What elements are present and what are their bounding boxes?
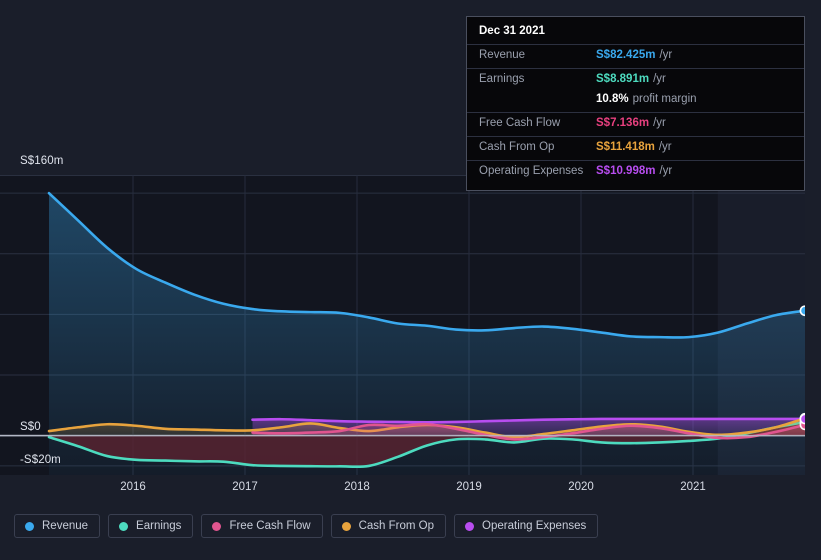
tooltip-row: Cash From Op S$11.418m/yr xyxy=(467,136,804,160)
data-point-marker-operating-expenses[interactable] xyxy=(799,413,805,425)
plot-svg xyxy=(0,175,805,475)
legend-item-label: Cash From Op xyxy=(358,520,435,532)
legend-color-dot-icon xyxy=(119,521,129,531)
tooltip-row: 10.8% profit margin xyxy=(467,92,804,112)
tooltip-row-suffix: /yr xyxy=(653,117,666,129)
y-axis-label-top: S$160m xyxy=(20,155,64,167)
y-axis-label-negative: -S$20m xyxy=(20,454,61,466)
tooltip-row-suffix: /yr xyxy=(659,165,673,177)
tooltip-row-value: S$8.891m xyxy=(596,73,650,85)
tooltip-row-label: Revenue xyxy=(479,49,526,61)
tooltip-row-value-group: 10.8% profit margin xyxy=(596,93,697,105)
tooltip-row: Operating Expenses S$10.998m/yr xyxy=(467,160,804,184)
legend-color-dot-icon xyxy=(341,521,351,531)
x-axis-label-2021: 2021 xyxy=(680,481,706,493)
legend-item-label: Earnings xyxy=(136,520,182,532)
legend-item-label: Operating Expenses xyxy=(482,520,587,532)
legend-color-dot-icon xyxy=(212,521,222,531)
tooltip-row-label: Cash From Op xyxy=(479,141,555,153)
legend-item-revenue[interactable]: Revenue xyxy=(14,514,101,538)
x-axis-label-2018: 2018 xyxy=(344,481,370,493)
tooltip-row-value-group: S$11.418m/yr xyxy=(596,141,672,153)
tooltip-row: Free Cash Flow S$7.136m/yr xyxy=(467,112,804,136)
tooltip-row-value: 10.8% xyxy=(596,93,629,105)
tooltip-row: Revenue S$82.425m/yr xyxy=(467,44,804,68)
x-axis-label-2016: 2016 xyxy=(120,481,146,493)
tooltip-row-value: S$10.998m xyxy=(596,165,656,177)
x-axis-label-2017: 2017 xyxy=(232,481,258,493)
legend-item-label: Free Cash Flow xyxy=(229,520,311,532)
tooltip-row-value: S$11.418m xyxy=(596,141,655,153)
tooltip-row-label: Earnings xyxy=(479,73,525,85)
chart-legend: Revenue Earnings Free Cash Flow Cash From O… xyxy=(14,514,599,538)
tooltip-row: Earnings S$8.891m/yr xyxy=(467,68,804,92)
legend-item-free-cash-flow[interactable]: Free Cash Flow xyxy=(201,514,323,538)
tooltip-row-value-group: S$10.998m/yr xyxy=(596,165,672,177)
tooltip-row-suffix: /yr xyxy=(659,49,673,61)
tooltip-row-suffix: /yr xyxy=(653,73,666,85)
legend-item-earnings[interactable]: Earnings xyxy=(108,514,194,538)
tooltip-row-value: S$82.425m xyxy=(596,49,656,61)
tooltip-row-value-group: S$82.425m/yr xyxy=(596,49,672,61)
y-axis-label-zero: S$0 xyxy=(20,421,41,433)
tooltip-row-value-group: S$8.891m/yr xyxy=(596,73,666,85)
legend-color-dot-icon xyxy=(465,521,475,531)
tooltip-row-label: Operating Expenses xyxy=(479,165,584,177)
tooltip-rows: Revenue S$82.425m/yr Earnings S$8.891m/yr 10… xyxy=(467,44,804,184)
legend-item-operating-expenses[interactable]: Operating Expenses xyxy=(454,514,599,538)
legend-color-dot-icon xyxy=(25,521,34,531)
tooltip-row-value: S$7.136m xyxy=(596,117,650,129)
tooltip-row-value-group: S$7.136m/yr xyxy=(596,117,666,129)
plot-area[interactable] xyxy=(0,175,805,475)
tooltip-row-suffix: /yr xyxy=(658,141,672,153)
chart-tooltip: Dec 31 2021 Revenue S$82.425m/yr Earnings S… xyxy=(466,16,805,191)
legend-item-cash-from-op[interactable]: Cash From Op xyxy=(330,514,447,538)
tooltip-row-label: Free Cash Flow xyxy=(479,117,561,129)
legend-item-label: Revenue xyxy=(42,520,89,532)
x-axis-label-2019: 2019 xyxy=(456,481,482,493)
financial-chart: S$160m S$0 -S$20m 2016 2017 2018 2019 2020 20… xyxy=(0,0,821,560)
data-point-marker-revenue[interactable] xyxy=(799,305,805,317)
x-axis-label-2020: 2020 xyxy=(568,481,594,493)
tooltip-date: Dec 31 2021 xyxy=(479,25,545,37)
tooltip-row-suffix: profit margin xyxy=(632,93,697,105)
